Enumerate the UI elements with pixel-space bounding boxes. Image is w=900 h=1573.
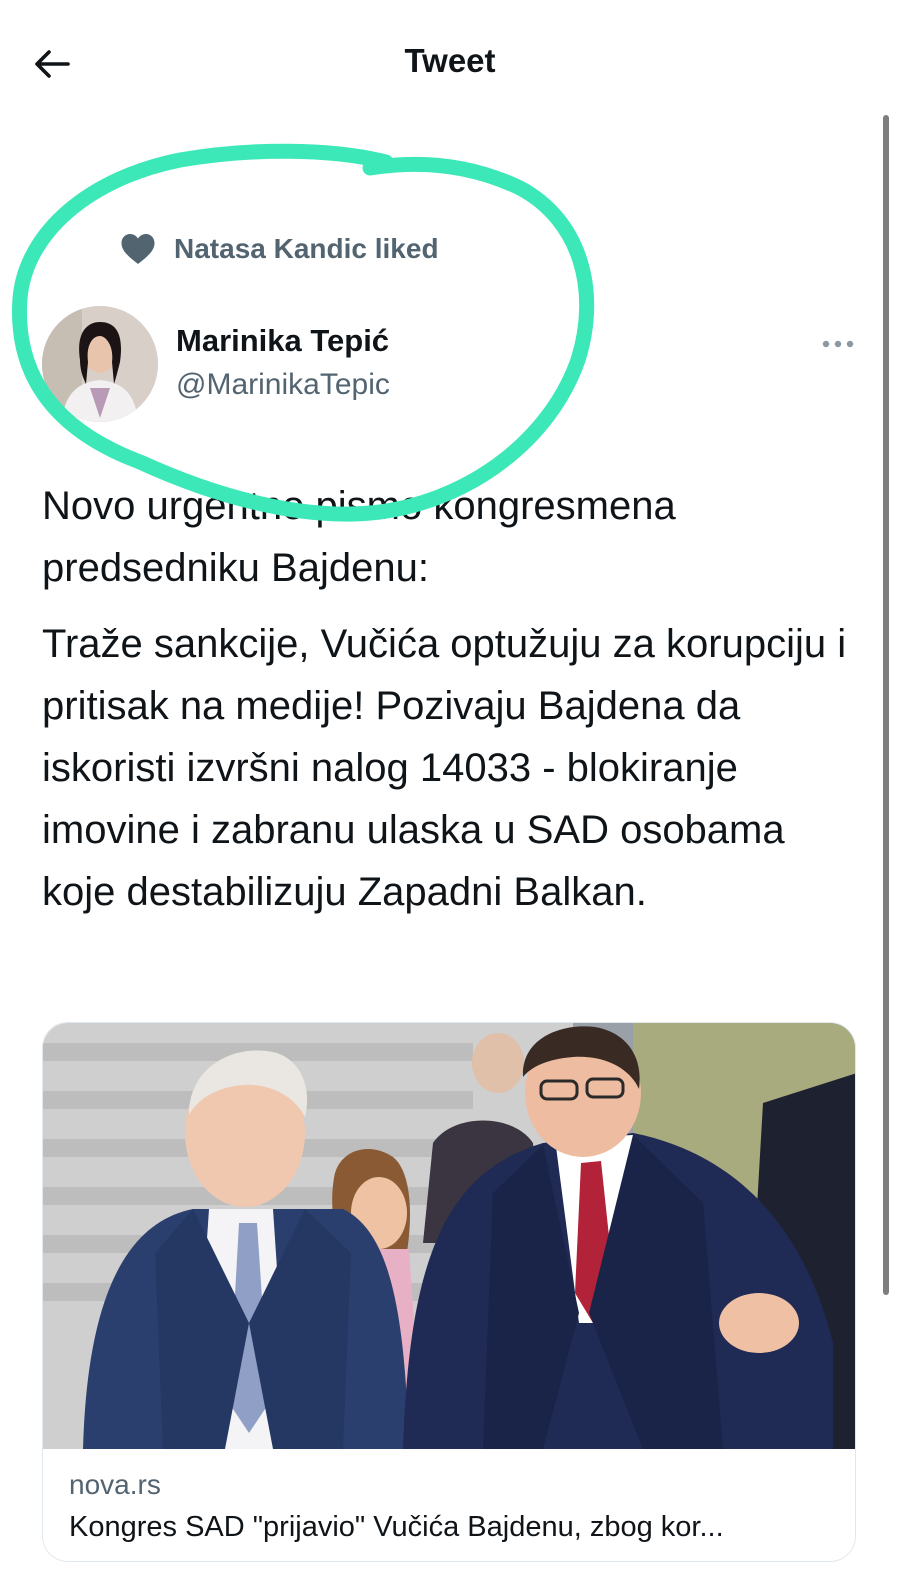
page-title: Tweet [404, 42, 496, 79]
more-options-button[interactable] [818, 332, 858, 356]
scrollbar-thumb[interactable] [883, 115, 889, 1295]
link-domain: nova.rs [69, 1469, 161, 1500]
scrollbar[interactable] [883, 115, 889, 1295]
avatar[interactable] [42, 306, 158, 422]
link-preview-card[interactable]: nova.rs Kongres SAD "prijavio" Vučića Ba… [42, 1022, 856, 1562]
more-dots-icon [822, 340, 854, 348]
social-context[interactable]: Natasa Kandic liked [118, 226, 439, 272]
link-title: Kongres SAD "prijavio" Vučića Bajdenu, z… [69, 1511, 724, 1543]
tweet-paragraph: Novo urgentno pismo kongresmena predsedn… [42, 484, 676, 590]
tweet-paragraph: Traže sankcije, Vučića optužuju za korup… [42, 622, 847, 914]
top-bar: Tweet [0, 0, 900, 120]
author-handle[interactable]: @MarinikaTepic [176, 368, 390, 402]
link-preview-image [43, 1023, 855, 1449]
tweet-text: Novo urgentno pismo kongresmena predsedn… [42, 475, 862, 937]
author-name[interactable]: Marinika Tepić [176, 323, 389, 359]
social-context-text: Natasa Kandic liked [174, 233, 439, 264]
heart-icon [118, 229, 158, 269]
